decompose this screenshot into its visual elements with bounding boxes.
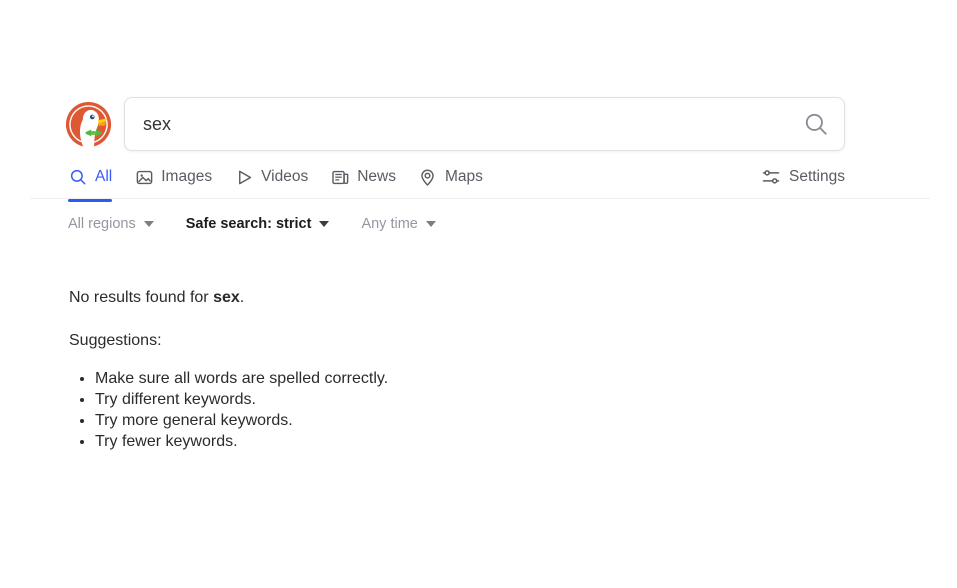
- filters-bar: All regions Safe search: strict Any time: [68, 216, 468, 232]
- settings-button[interactable]: Settings: [761, 160, 845, 194]
- chevron-down-icon: [143, 221, 154, 227]
- header-divider: [30, 198, 930, 199]
- filter-time[interactable]: Any time: [361, 216, 436, 232]
- search-input[interactable]: [125, 98, 788, 150]
- list-item: Try different keywords.: [95, 389, 388, 410]
- filter-time-label: Any time: [361, 216, 418, 232]
- play-icon: [234, 167, 254, 187]
- search-icon: [68, 167, 88, 187]
- no-results-suffix: .: [239, 289, 245, 306]
- tab-maps-label: Maps: [444, 168, 483, 186]
- tab-videos[interactable]: Videos: [234, 160, 308, 194]
- active-tab-indicator: [68, 199, 113, 202]
- no-results-message: No results found for sex.: [69, 287, 244, 309]
- newspaper-icon: [330, 167, 350, 187]
- tab-maps[interactable]: Maps: [418, 160, 483, 194]
- sliders-icon: [761, 167, 781, 187]
- search-header: [0, 96, 957, 152]
- filter-region[interactable]: All regions: [68, 216, 154, 232]
- settings-label: Settings: [788, 168, 845, 185]
- vertical-tabs-bar: All Images Videos News Maps Settings: [0, 160, 957, 202]
- tab-news-label: News: [357, 168, 396, 186]
- chevron-down-icon: [425, 221, 436, 227]
- search-submit-button[interactable]: [788, 98, 844, 150]
- tab-videos-label: Videos: [261, 168, 309, 186]
- tabs-group: All Images Videos News Maps: [68, 160, 505, 202]
- tab-all-label: All: [95, 168, 113, 186]
- list-item: Make sure all words are spelled correctl…: [95, 368, 388, 389]
- suggestions-heading: Suggestions:: [69, 332, 162, 349]
- filter-safe-search-label: Safe search: strict: [185, 216, 312, 232]
- filter-safe-search[interactable]: Safe search: strict: [186, 216, 330, 232]
- image-icon: [134, 167, 154, 187]
- search-icon: [805, 113, 827, 135]
- tab-images-label: Images: [161, 168, 213, 186]
- chevron-down-icon: [319, 221, 330, 227]
- search-form: [124, 97, 845, 151]
- tab-news[interactable]: News: [330, 160, 396, 194]
- suggestions-list: Make sure all words are spelled correctl…: [69, 368, 388, 452]
- duckduckgo-duck-logo[interactable]: [65, 101, 112, 148]
- no-results-query: sex: [213, 289, 240, 306]
- no-results-prefix: No results found for: [69, 289, 214, 306]
- list-item: Try fewer keywords.: [95, 431, 388, 452]
- tab-images[interactable]: Images: [134, 160, 212, 194]
- filter-region-label: All regions: [68, 216, 136, 232]
- list-item: Try more general keywords.: [95, 410, 388, 431]
- map-pin-icon: [418, 167, 438, 187]
- tab-all[interactable]: All: [68, 160, 113, 202]
